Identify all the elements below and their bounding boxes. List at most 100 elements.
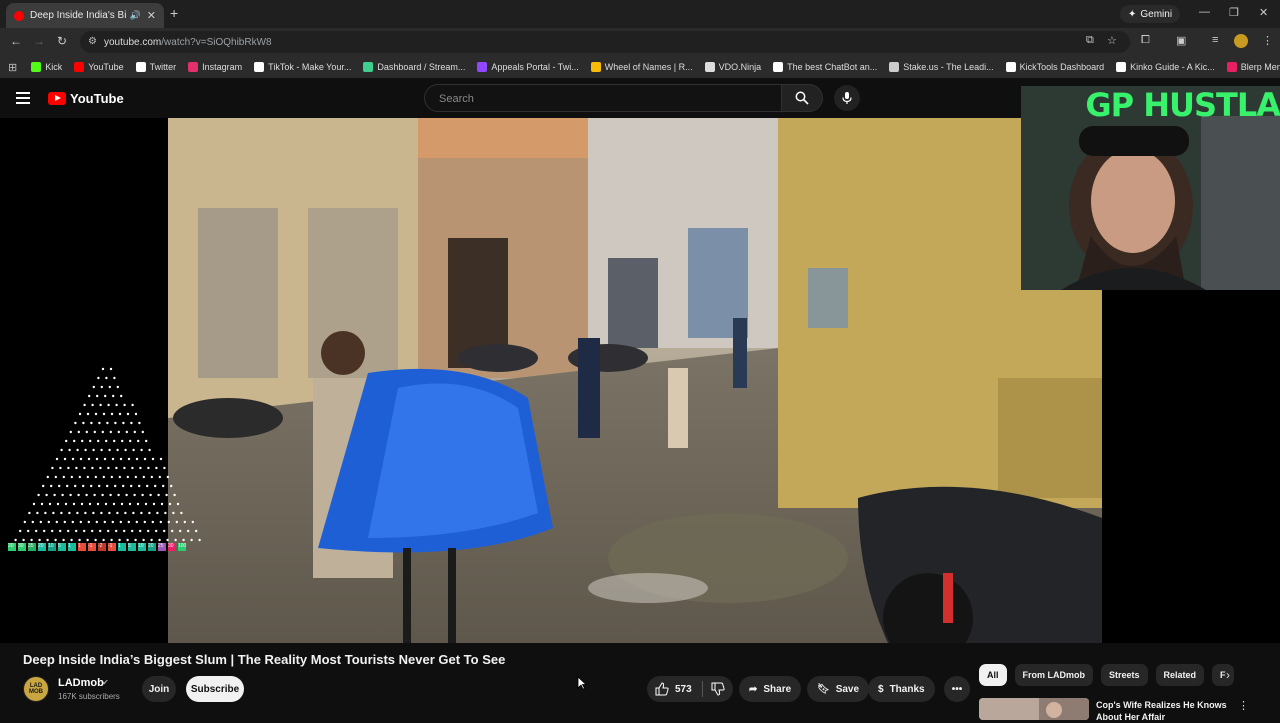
browser-tab-strip: Deep Inside India's Biggest 🔊 ✕ + ✦ Gemi…	[0, 0, 1280, 28]
bookmark-favicon-icon	[135, 62, 146, 72]
speaker-icon[interactable]: 🔊	[130, 10, 141, 21]
bookmark-label: Dashboard / Stream...	[377, 62, 466, 72]
hamburger-menu-icon[interactable]	[16, 92, 30, 107]
bookmark-item[interactable]: Blerp Memes | Best...	[1226, 62, 1280, 72]
restore-icon[interactable]: ❐	[1229, 6, 1239, 19]
bookmark-item[interactable]: TikTok - Make Your...	[254, 62, 351, 72]
forward-icon[interactable]: →	[33, 34, 45, 48]
bookmark-item[interactable]: YouTube	[74, 62, 124, 72]
subscribe-button[interactable]: Subscribe	[186, 676, 244, 702]
share-button[interactable]: ➦ Share	[739, 676, 802, 702]
back-icon[interactable]: ←	[10, 34, 22, 48]
stream-dots-overlay	[14, 367, 201, 542]
chevron-right-icon[interactable]: ›	[1226, 668, 1230, 682]
bookmark-item[interactable]: Stake.us - The Leadi...	[889, 62, 994, 72]
filter-chip[interactable]: All	[979, 664, 1007, 686]
bookmark-item[interactable]: Appeals Portal - Twi...	[477, 62, 579, 72]
bookmark-label: Twitter	[149, 62, 177, 72]
join-button[interactable]: Join	[142, 676, 176, 702]
channel-name[interactable]: LADmob	[58, 677, 104, 689]
apps-grid-icon[interactable]: ⊞	[8, 61, 17, 74]
bookmark-item[interactable]: VDO.Ninja	[704, 62, 762, 72]
youtube-logo[interactable]: YouTube	[48, 91, 124, 106]
bookmark-favicon-icon	[74, 62, 85, 72]
counter-cell: 30	[18, 543, 26, 551]
bookmark-label: Kick	[45, 62, 63, 72]
bookmark-item[interactable]: Wheel of Names | R...	[590, 62, 693, 72]
counter-cell: 10	[48, 543, 56, 551]
counter-cell: -2	[98, 543, 106, 551]
channel-avatar[interactable]: LAD MOB	[23, 676, 49, 702]
recommended-thumbnail[interactable]	[979, 698, 1089, 720]
search-button[interactable]	[781, 84, 823, 112]
counter-cell: 1	[118, 543, 126, 551]
bookmark-label: Wheel of Names | R...	[604, 62, 693, 72]
search-icon	[795, 91, 809, 105]
site-info-icon[interactable]: ⚙	[88, 36, 97, 47]
overlay-counter-row: 20 30 35 20 10 5 1 1 -1 -2 -1 1 5 10 20 25 30 100	[8, 543, 186, 551]
dislike-button[interactable]	[705, 676, 731, 702]
filter-chip[interactable]: Related	[1155, 664, 1205, 686]
microphone-icon	[842, 92, 852, 104]
bookmark-label: Instagram	[202, 62, 243, 72]
menu-kebab-icon[interactable]: ⋮	[1262, 34, 1273, 47]
bookmark-star-icon[interactable]: ☆	[1107, 34, 1117, 47]
filter-chip[interactable]: F	[1212, 664, 1234, 686]
counter-cell: 20	[38, 543, 46, 551]
bookmark-favicon-icon	[704, 62, 715, 72]
bookmark-favicon-icon	[1226, 62, 1237, 72]
new-tab-button[interactable]: +	[170, 5, 178, 21]
close-window-icon[interactable]: ✕	[1259, 6, 1268, 19]
counter-cell: 5	[128, 543, 136, 551]
bookmark-item[interactable]: KickTools Dashboard	[1005, 62, 1104, 72]
verified-icon: ✔	[102, 678, 109, 687]
youtube-favicon-icon	[14, 10, 24, 21]
share-arrow-icon: ➦	[749, 683, 758, 695]
cast-icon[interactable]: ⧉	[1086, 34, 1094, 47]
counter-cell: 30	[168, 543, 176, 551]
url-path: /watch?v=SiOQhibRkW8	[161, 36, 272, 48]
bookmark-favicon-icon	[31, 62, 42, 72]
save-button[interactable]: 🔖︎ Save	[807, 676, 870, 702]
address-bar[interactable]: ⚙ youtube.com/watch?v=SiOQhibRkW8	[80, 31, 1130, 53]
media-control-icon[interactable]: ≡	[1212, 34, 1218, 46]
bookmark-item[interactable]: Instagram	[188, 62, 242, 72]
voice-search-button[interactable]	[834, 85, 860, 111]
mouse-cursor-icon	[577, 676, 587, 690]
related-filter-chips: All From LADmob Streets Related F	[979, 664, 1234, 686]
bookmark-item[interactable]: Dashboard / Stream...	[363, 62, 465, 72]
recommended-more-icon[interactable]: ⋮	[1238, 699, 1249, 712]
more-horizontal-icon: •••	[951, 683, 963, 695]
minimize-icon[interactable]: —	[1199, 6, 1210, 18]
filter-chip[interactable]: Streets	[1101, 664, 1148, 686]
close-tab-icon[interactable]: ✕	[147, 9, 156, 22]
bookmark-favicon-icon	[773, 62, 784, 72]
profile-avatar[interactable]	[1234, 34, 1248, 48]
bookmark-item[interactable]: Kick	[31, 62, 62, 72]
bookmark-favicon-icon	[1005, 62, 1016, 72]
video-title: Deep Inside India’s Biggest Slum | The R…	[23, 652, 506, 667]
tab-title: Deep Inside India's Biggest	[30, 10, 126, 21]
thanks-label: Thanks	[889, 683, 925, 695]
sidepanel-icon[interactable]: ▣	[1176, 34, 1186, 47]
browser-tab[interactable]: Deep Inside India's Biggest 🔊 ✕	[6, 3, 164, 28]
share-label: Share	[763, 683, 792, 695]
filter-chip[interactable]: From LADmob	[1014, 664, 1094, 686]
bookmark-item[interactable]: Twitter	[135, 62, 177, 72]
url-host: youtube.com	[104, 36, 162, 48]
thanks-button[interactable]: $ Thanks	[868, 676, 935, 702]
reload-icon[interactable]: ↻	[57, 34, 67, 48]
subscriber-count: 167K subscribers	[58, 692, 120, 701]
extensions-icon[interactable]: ⧠	[1141, 34, 1150, 47]
webcam-overlay: GP HUSTLA	[1021, 86, 1280, 290]
bookmark-item[interactable]: The best ChatBot an...	[773, 62, 877, 72]
search-input[interactable]: Search	[424, 84, 782, 112]
video-player[interactable]	[168, 118, 1102, 643]
more-actions-button[interactable]: •••	[944, 676, 970, 702]
gemini-button[interactable]: ✦ Gemini	[1120, 5, 1181, 23]
bookmark-label: VDO.Ninja	[718, 62, 762, 72]
recommended-title[interactable]: Cop's Wife Realizes He Knows About Her A…	[1096, 699, 1232, 723]
bookmark-item[interactable]: Kinko Guide - A Kic...	[1116, 62, 1215, 72]
youtube-logo-text: YouTube	[70, 91, 124, 106]
counter-cell: 25	[158, 543, 166, 551]
